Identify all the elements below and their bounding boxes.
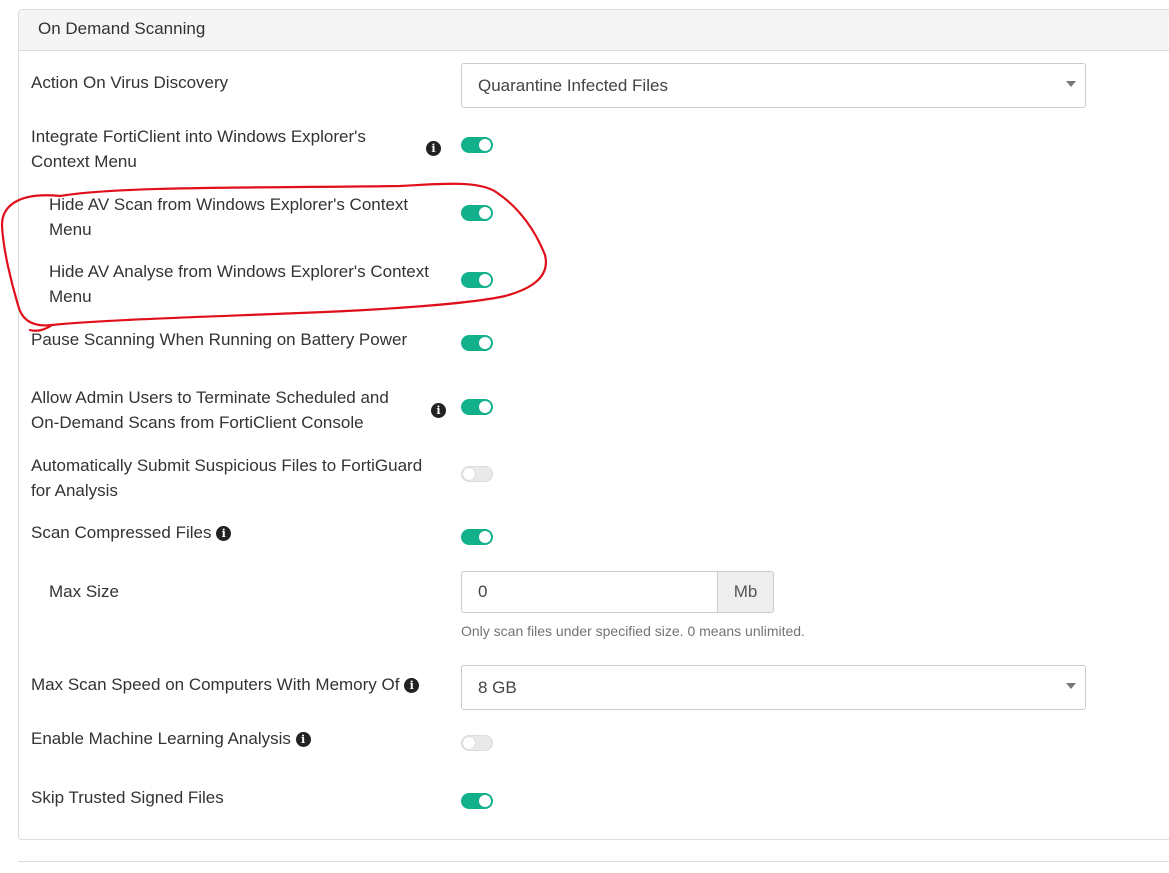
chevron-down-icon: [1066, 683, 1076, 689]
info-circle-icon[interactable]: i: [404, 678, 420, 693]
hide-av-analyse-toggle[interactable]: [461, 272, 493, 288]
chevron-down-icon: [1066, 81, 1076, 87]
auto-submit-toggle[interactable]: [461, 466, 493, 482]
max-scan-speed-select[interactable]: 8 GB: [461, 665, 1086, 710]
allow-admin-terminate-label: Allow Admin Users to Terminate Scheduled…: [31, 388, 389, 432]
info-circle-icon[interactable]: i: [216, 526, 232, 541]
info-circle-icon[interactable]: i: [426, 141, 441, 156]
pause-on-battery-toggle[interactable]: [461, 335, 493, 351]
max-size-unit: Mb: [717, 571, 774, 613]
max-size-label: Max Size: [49, 582, 119, 601]
allow-admin-terminate-toggle[interactable]: [461, 399, 493, 415]
skip-trusted-signed-label: Skip Trusted Signed Files: [31, 788, 224, 807]
max-scan-speed-label: Max Scan Speed on Computers With Memory …: [31, 672, 451, 697]
hide-av-scan-toggle[interactable]: [461, 205, 493, 221]
action-on-virus-label: Action On Virus Discovery: [31, 73, 229, 92]
max-size-input[interactable]: [461, 571, 718, 613]
max-size-help-text: Only scan files under specified size. 0 …: [461, 623, 805, 639]
scan-compressed-toggle[interactable]: [461, 529, 493, 545]
action-on-virus-value: Quarantine Infected Files: [478, 76, 668, 95]
machine-learning-toggle[interactable]: [461, 735, 493, 751]
info-circle-icon[interactable]: i: [431, 403, 446, 418]
panel-heading: On Demand Scanning: [19, 10, 1169, 51]
integrate-context-menu-label: Integrate FortiClient into Windows Explo…: [31, 127, 366, 171]
hide-av-analyse-label: Hide AV Analyse from Windows Explorer's …: [49, 262, 429, 306]
panel-title: On Demand Scanning: [38, 19, 206, 38]
max-scan-speed-value: 8 GB: [478, 678, 517, 697]
hide-av-scan-label: Hide AV Scan from Windows Explorer's Con…: [49, 195, 409, 239]
skip-trusted-signed-toggle[interactable]: [461, 793, 493, 809]
pause-on-battery-label: Pause Scanning When Running on Battery P…: [31, 330, 408, 349]
scan-compressed-label: Scan Compressed Files i: [31, 520, 441, 545]
auto-submit-label: Automatically Submit Suspicious Files to…: [31, 456, 423, 500]
bottom-divider: [18, 861, 1169, 862]
integrate-context-menu-toggle[interactable]: [461, 137, 493, 153]
info-circle-icon[interactable]: i: [295, 732, 311, 747]
action-on-virus-select[interactable]: Quarantine Infected Files: [461, 63, 1086, 108]
max-size-input-group: Mb: [461, 571, 774, 613]
machine-learning-label: Enable Machine Learning Analysis i: [31, 726, 441, 751]
